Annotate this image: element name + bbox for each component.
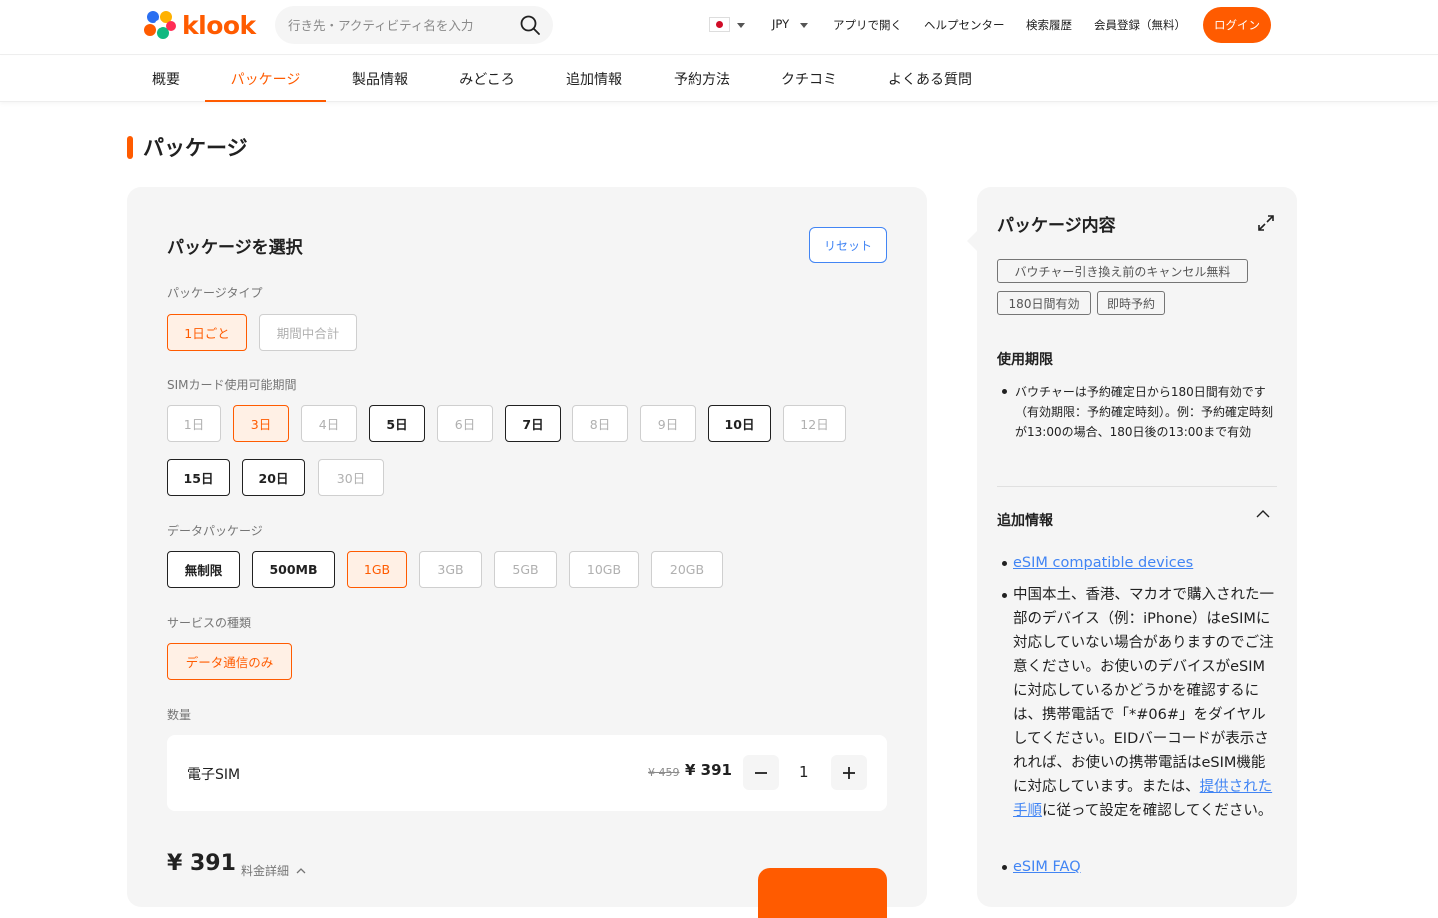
quantity-label: 数量 [167,708,192,722]
esim-note: 中国本土、香港、マカオで購入された一部のデバイス（例：iPhone）はeSIMに… [1013,583,1275,823]
currency-selector[interactable]: JPY [772,17,789,31]
bullet [1002,389,1007,394]
plus-icon [843,766,855,779]
option-data[interactable]: 10GB [569,551,639,588]
service-type-label: サービスの種類 [167,616,252,630]
original-price: ¥ 459 [648,766,680,779]
top-header: klook JPY アプリで開く ヘルプセンター 検索履歴 会員登録（無料） ロ… [0,0,1438,55]
tag-validity: 180日間有効 [997,291,1091,315]
tab-additional-info[interactable]: 追加情報 [554,56,634,101]
esim-faq-link[interactable]: eSIM FAQ [1013,859,1081,875]
package-details-panel: パッケージ内容 バウチャー引き換え前のキャンセル無料 180日間有効 即時予約 … [967,187,1297,907]
tab-highlights[interactable]: みどころ [447,56,527,101]
option-period[interactable]: 1日 [167,405,221,442]
faq-item: eSIM FAQ [1013,855,1275,879]
option-period[interactable]: 7日 [505,405,561,442]
option-period[interactable]: 5日 [369,405,425,442]
tab-packages[interactable]: パッケージ [205,56,326,102]
option-data[interactable]: 20GB [651,551,723,588]
option-period[interactable]: 20日 [242,459,305,496]
chevron-up-icon [296,868,306,874]
compat-devices-link[interactable]: eSIM compatible devices [1013,555,1193,571]
option-period[interactable]: 9日 [640,405,696,442]
option-period[interactable]: 30日 [318,459,384,496]
help-center-link[interactable]: ヘルプセンター [924,17,1005,33]
option-data[interactable]: 5GB [494,551,557,588]
japan-flag-icon[interactable] [709,17,730,32]
total-price: ¥ 391 [167,851,236,876]
increment-button[interactable] [831,755,867,790]
esim-note-text-end: に従って設定を確認してください。 [1042,803,1273,819]
book-button[interactable] [758,868,887,918]
quantity-value: 1 [799,763,809,781]
login-button[interactable]: ログイン [1203,7,1271,43]
option-type-daily[interactable]: 1日ごと [167,314,247,351]
expand-icon[interactable] [1257,214,1275,232]
option-data[interactable]: 1GB [347,551,407,588]
option-period[interactable]: 10日 [708,405,771,442]
divider [997,486,1277,487]
tab-faq[interactable]: よくある質問 [876,56,984,101]
item-name: 電子SIM [187,767,241,783]
option-service-data-only[interactable]: データ通信のみ [167,643,292,680]
tab-reviews[interactable]: クチコミ [769,56,849,101]
bullet [1002,865,1007,870]
tab-how-to-book[interactable]: 予約方法 [662,56,742,101]
chevron-up-icon[interactable] [1256,509,1270,519]
price-detail-toggle[interactable]: 料金詳細 [241,862,306,879]
tag-free-cancel: バウチャー引き換え前のキャンセル無料 [997,259,1248,283]
search-bar[interactable] [275,6,553,44]
quantity-card: 電子SIM ¥ 459 ¥ 391 1 [167,735,887,811]
validity-title: 使用期限 [997,352,1053,368]
option-data[interactable]: 500MB [252,551,335,588]
package-type-label: パッケージタイプ [167,286,263,300]
search-icon[interactable] [519,14,541,36]
package-selector-panel: パッケージを選択 リセット パッケージタイプ 1日ごと 期間中合計 SIMカード… [127,187,927,918]
tab-product-info[interactable]: 製品情報 [340,56,420,101]
option-period[interactable]: 8日 [572,405,628,442]
section-tabs: 概要 パッケージ 製品情報 みどころ 追加情報 予約方法 クチコミ よくある質問 [0,56,1438,102]
validity-text: バウチャーは予約確定日から180日間有効です（有効期限：予約確定時刻）。例：予約… [1015,385,1274,439]
minus-icon [755,771,767,774]
open-app-link[interactable]: アプリで開く [833,17,902,33]
section-accent-bar [127,136,133,159]
klook-logo-icon [144,11,176,39]
option-type-total[interactable]: 期間中合計 [259,314,357,351]
price-detail-label: 料金詳細 [241,864,290,878]
logo-text: klook [182,10,256,40]
sim-period-label: SIMカード使用可能期間 [167,378,297,392]
additional-info-title: 追加情報 [997,513,1053,529]
panel-title: パッケージを選択 [167,238,303,258]
option-data[interactable]: 3GB [419,551,482,588]
tab-overview[interactable]: 概要 [141,56,191,101]
tag-instant-booking: 即時予約 [1097,291,1165,315]
search-input[interactable] [288,17,508,33]
option-data[interactable]: 無制限 [167,551,240,588]
data-package-label: データパッケージ [167,524,263,538]
search-history-link[interactable]: 検索履歴 [1026,17,1072,33]
signup-link[interactable]: 会員登録（無料） [1094,17,1186,33]
klook-logo[interactable]: klook [142,8,256,42]
compat-devices-item: eSIM compatible devices [1013,551,1275,575]
option-period[interactable]: 12日 [783,405,846,442]
sale-price: ¥ 391 [685,761,732,779]
section-title: パッケージ [143,136,248,160]
option-period[interactable]: 15日 [167,459,230,496]
details-title: パッケージ内容 [997,216,1116,236]
option-period[interactable]: 3日 [233,405,289,442]
option-period[interactable]: 4日 [301,405,357,442]
esim-note-text: 中国本土、香港、マカオで購入された一部のデバイス（例：iPhone）はeSIMに… [1013,587,1274,795]
decrement-button[interactable] [743,755,779,790]
bullet [1002,593,1007,598]
reset-button[interactable]: リセット [809,227,887,263]
option-period[interactable]: 6日 [437,405,493,442]
currency-caret-icon[interactable] [800,23,808,28]
bullet [1002,561,1007,566]
language-caret-icon[interactable] [737,23,745,28]
